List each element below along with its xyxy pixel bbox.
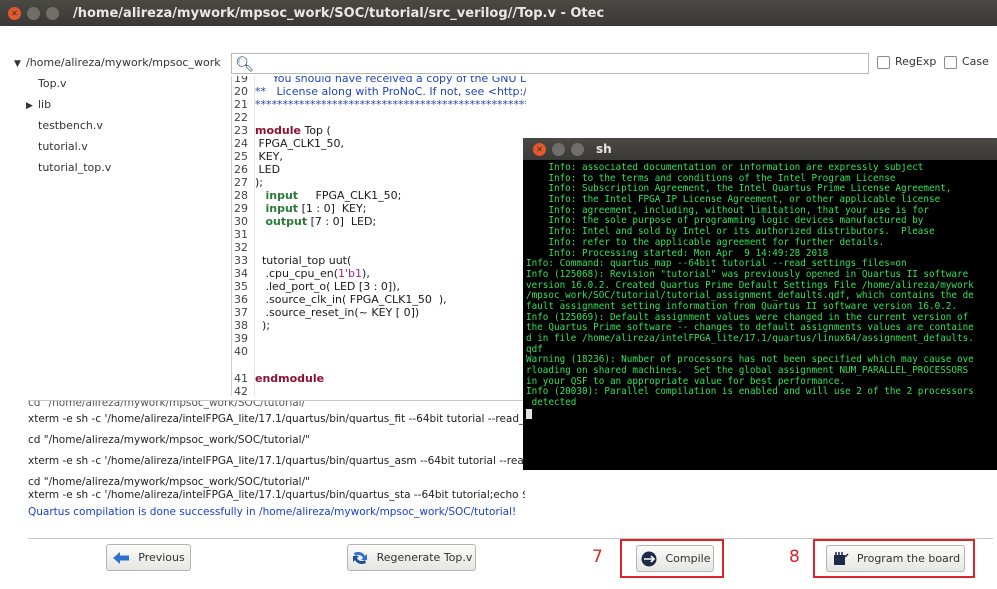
expanded-arrow-icon[interactable]: ▼ (14, 54, 26, 75)
window-titlebar: ✕ /home/alireza/mywork/mpsoc_work/SOC/tu… (0, 0, 997, 26)
code-line: 37 .source_reset_in(~ KEY [ 0]) (234, 306, 420, 319)
tree-root-label: /home/alireza/mywork/mpsoc_work (26, 56, 221, 69)
step-7-annotation: 7 (592, 547, 603, 567)
code-line: 20 ** License along with ProNoC. If not, … (234, 85, 526, 98)
code-line: 30 output [7 : 0] LED; (234, 215, 377, 228)
log-line: xterm -e sh -c '/home/alireza/intelFPGA_… (28, 489, 525, 501)
terminal-line: Info (125068): Revision "tutorial" was p… (526, 268, 969, 280)
terminal-maximize-icon[interactable] (571, 142, 584, 156)
log-line: xterm -e sh -c '/home/alireza/intelFPGA_… (28, 413, 525, 425)
code-line: 29 input [1 : 0] KEY; (234, 202, 367, 215)
code-line: 34 .cpu_cpu_en(1'b1), (234, 267, 370, 280)
search-input[interactable] (256, 56, 856, 71)
tree-item-tutorial-v[interactable]: tutorial.v (14, 136, 229, 157)
log-line: cd "/home/alireza/mywork/mpsoc_work/SOC/… (28, 400, 310, 409)
regenerate-button[interactable]: Regenerate Top.v (347, 544, 476, 571)
window-title: /home/alireza/mywork/mpsoc_work/SOC/tuto… (73, 5, 605, 21)
regexp-checkbox[interactable] (877, 56, 890, 69)
compile-highlight-box (620, 539, 724, 578)
tree-item-top-v[interactable]: Top.v (14, 73, 229, 94)
code-line: 23 module Top ( (234, 124, 331, 137)
regenerate-icon (351, 550, 369, 566)
code-line: 28 input FPGA_CLK1_50; (234, 189, 402, 202)
maximize-window-icon[interactable] (46, 6, 59, 20)
tree-item-label: tutorial_top.v (38, 161, 112, 174)
program-highlight-box (813, 539, 975, 578)
terminal-line: d in file /home/alireza/intelFPGA_lite/1… (526, 333, 974, 344)
code-line: 24 FPGA_CLK1_50, (234, 137, 345, 150)
code-line: 38 ); (234, 319, 270, 332)
terminal-close-icon[interactable]: ✕ (533, 142, 546, 156)
terminal-line: detected (526, 397, 577, 409)
search-box[interactable]: 🔍︎ (231, 53, 869, 74)
code-editor[interactable]: 19 You should have received a copy of th… (231, 76, 526, 396)
tree-item-label: lib (38, 98, 52, 111)
minimize-window-icon[interactable] (27, 6, 40, 20)
code-line: 32 (234, 241, 248, 254)
log-panel[interactable]: cd "/home/alireza/mywork/mpsoc_work/SOC/… (28, 400, 525, 538)
search-icon: 🔍︎ (235, 55, 255, 73)
step-8-annotation: 8 (789, 547, 800, 567)
code-line: 19 You should have received a copy of th… (234, 76, 526, 85)
previous-button-label: Previous (138, 551, 185, 564)
log-line-success: Quartus compilation is done successfully… (28, 506, 517, 518)
code-line: 35 .led_port_o( LED [3 : 0]), (234, 280, 400, 293)
code-line: 26 LED (234, 163, 281, 176)
code-line: 42 (234, 385, 248, 396)
code-line: 41 endmodule (234, 372, 325, 385)
previous-button[interactable]: Previous (106, 544, 191, 571)
code-line: 21 **************************************… (234, 98, 526, 111)
terminal-window[interactable]: ✕ sh Info: associated documentation or i… (523, 138, 997, 470)
code-line: 27); (234, 176, 263, 189)
terminal-cursor (526, 408, 532, 419)
case-checkbox[interactable] (944, 56, 957, 69)
terminal-minimize-icon[interactable] (552, 142, 565, 156)
tree-item-label: tutorial.v (38, 140, 88, 153)
tree-item-label: testbench.v (38, 119, 103, 132)
close-window-icon[interactable]: ✕ (8, 6, 21, 20)
tree-item-lib[interactable]: ▶ lib (14, 94, 229, 115)
terminal-line: Info (20030): Parallel compilation is en… (526, 386, 974, 398)
code-line: 33 tutorial_top uut( (234, 254, 352, 267)
tree-item-tutorial-top-v[interactable]: tutorial_top.v (14, 157, 229, 178)
terminal-cursor-line (526, 408, 996, 420)
code-line: 40 (234, 345, 248, 358)
back-arrow-icon (112, 550, 130, 566)
file-tree: ▼/home/alireza/mywork/mpsoc_work Top.v ▶… (14, 52, 229, 392)
tree-root[interactable]: ▼/home/alireza/mywork/mpsoc_work (14, 52, 229, 73)
terminal-titlebar: ✕ sh (523, 138, 997, 160)
regenerate-button-label: Regenerate Top.v (376, 551, 473, 564)
regexp-label: RegExp (895, 55, 937, 68)
code-line: 25 KEY, (234, 150, 283, 163)
code-line: 36 .source_clk_in( FPGA_CLK1_50 ), (234, 293, 447, 306)
terminal-output[interactable]: Info: associated documentation or inform… (526, 163, 996, 468)
terminal-line: Info: refer to the applicable agreement … (526, 236, 885, 248)
case-label: Case (962, 55, 989, 68)
code-line: 31 (234, 228, 248, 241)
code-line: 22 (234, 111, 248, 124)
log-line: xterm -e sh -c '/home/alireza/intelFPGA_… (28, 455, 525, 467)
code-line: 39 (234, 332, 248, 345)
log-line: cd "/home/alireza/mywork/mpsoc_work/SOC/… (28, 434, 310, 446)
tree-item-label: Top.v (38, 77, 67, 90)
collapsed-arrow-icon[interactable]: ▶ (26, 96, 38, 117)
terminal-title: sh (596, 142, 612, 156)
tree-item-testbench-v[interactable]: testbench.v (14, 115, 229, 136)
